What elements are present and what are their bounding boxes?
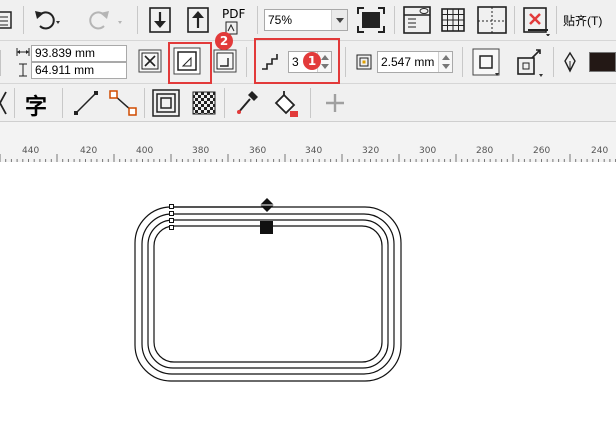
highlight-inside-contour: [168, 42, 212, 84]
separator: [137, 6, 138, 34]
publish-pdf-icon[interactable]: PDF: [221, 7, 249, 35]
list-icon[interactable]: [0, 10, 14, 30]
offset-spinner[interactable]: [438, 52, 452, 72]
offset-icon: [356, 54, 372, 70]
zoom-value: 75%: [268, 13, 293, 27]
contour-ring-2[interactable]: [141, 213, 395, 375]
contour-inner-rect[interactable]: [153, 225, 383, 363]
view-icon[interactable]: [402, 5, 432, 35]
separator: [394, 6, 395, 34]
separator: [310, 88, 311, 118]
separator: [345, 47, 346, 77]
ruler-label: 240: [591, 146, 609, 156]
toolbox: 字: [0, 84, 616, 122]
connector-icon[interactable]: [108, 89, 138, 117]
ruler-label: 420: [80, 146, 98, 156]
to-center-icon[interactable]: [138, 49, 162, 73]
zoom-select[interactable]: 75%: [264, 9, 348, 31]
import-icon[interactable]: [148, 6, 172, 34]
separator: [462, 47, 463, 77]
width-icon: [16, 48, 30, 56]
ruler-label: 380: [192, 146, 210, 156]
ruler-label: 440: [22, 146, 40, 156]
contour-acceleration-icon[interactable]: [514, 46, 546, 78]
separator: [224, 88, 225, 118]
standard-toolbar: PDF 75% 贴齐(T): [0, 0, 616, 41]
object-width-field[interactable]: 93.839 mm: [31, 45, 127, 62]
separator: [246, 47, 247, 77]
contour-icon[interactable]: [152, 89, 180, 117]
contour-offset-handle[interactable]: [260, 221, 273, 234]
height-value: 64.911 mm: [35, 63, 95, 77]
ruler-label: 360: [249, 146, 267, 156]
outline-color-swatch[interactable]: [589, 52, 616, 72]
ruler-label: 280: [476, 146, 494, 156]
pen-icon: [564, 51, 576, 73]
ruler-label: 400: [136, 146, 154, 156]
highlight-steps-field: [254, 38, 340, 84]
separator: [514, 6, 515, 34]
contour-shape-group[interactable]: [0, 162, 616, 434]
fill-bucket-icon[interactable]: [270, 89, 300, 119]
transparency-icon[interactable]: [192, 89, 216, 117]
redo-icon[interactable]: [86, 7, 126, 33]
drawing-canvas[interactable]: [0, 162, 616, 434]
separator: [23, 6, 24, 34]
horizontal-ruler: [0, 122, 616, 162]
chevron-down-icon[interactable]: [331, 10, 347, 30]
ruler-label: 260: [533, 146, 551, 156]
separator: [556, 6, 557, 34]
snap-to-menu[interactable]: 贴齐(T): [563, 12, 602, 29]
add-icon[interactable]: [324, 92, 346, 114]
height-icon: [19, 63, 27, 77]
undo-icon[interactable]: [32, 7, 62, 33]
separator: [14, 88, 15, 118]
ruler-label: 300: [419, 146, 437, 156]
snap-off-icon[interactable]: [522, 4, 552, 36]
pdf-label: PDF: [222, 7, 246, 21]
separator: [144, 88, 145, 118]
separator: [62, 88, 63, 118]
contour-node-handles[interactable]: [169, 204, 174, 230]
full-screen-icon[interactable]: [356, 6, 386, 34]
step-badge-1: 1: [303, 52, 321, 70]
object-height-field[interactable]: 64.911 mm: [31, 62, 127, 79]
grip-icon: [0, 50, 1, 76]
contour-offset-field[interactable]: 2.547 mm: [377, 51, 453, 73]
separator: [553, 47, 554, 77]
text-icon[interactable]: 字: [25, 89, 47, 121]
guidelines-icon[interactable]: [476, 5, 508, 35]
outside-contour-icon[interactable]: [213, 49, 237, 73]
chevron-left-icon[interactable]: [0, 90, 10, 116]
width-value: 93.839 mm: [35, 46, 96, 60]
step-badge-2: 2: [215, 32, 233, 50]
contour-direction-handle[interactable]: [260, 198, 274, 212]
separator: [257, 6, 258, 34]
corner-icon[interactable]: [472, 48, 500, 76]
eyedropper-icon[interactable]: [234, 89, 260, 117]
contour-offset-value: 2.547 mm: [381, 55, 435, 69]
ruler-label: 320: [362, 146, 380, 156]
grid-icon[interactable]: [440, 5, 468, 35]
line-icon[interactable]: [72, 89, 100, 117]
ruler-label: 340: [305, 146, 323, 156]
export-icon[interactable]: [186, 6, 210, 34]
contour-ring-3[interactable]: [147, 219, 389, 369]
